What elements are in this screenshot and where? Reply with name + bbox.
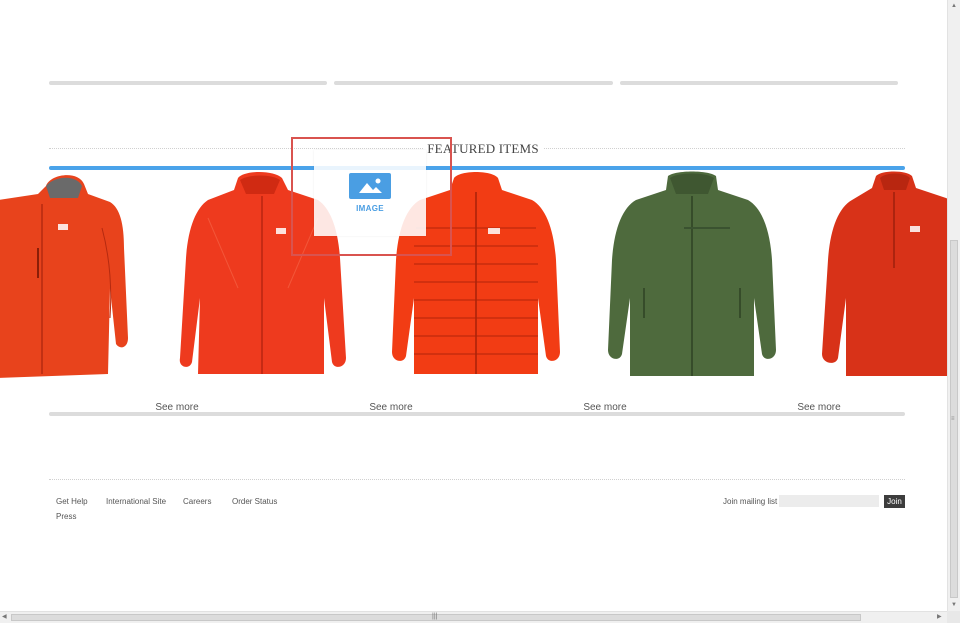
mailing-list-email-input[interactable] xyxy=(779,495,879,507)
carousel-top-bar-1 xyxy=(49,81,327,85)
vertical-scrollbar[interactable]: ▲ ≡ ▼ xyxy=(947,0,960,611)
jacket-image xyxy=(822,171,947,376)
selection-highlight-box xyxy=(291,137,452,256)
carousel-top-bar-2 xyxy=(334,81,613,85)
footer-link-international-site[interactable]: International Site xyxy=(106,497,166,506)
join-button[interactable]: Join xyxy=(884,495,905,508)
product-green-softshell-jacket[interactable] xyxy=(604,168,780,380)
scroll-right-arrow-icon[interactable]: ▶ xyxy=(937,614,942,620)
footer-link-press[interactable]: Press xyxy=(56,512,76,521)
page-viewport: FEATURED ITEMS See more See more See mor… xyxy=(0,0,947,611)
scrollbar-corner xyxy=(947,611,960,623)
footer-link-order-status[interactable]: Order Status xyxy=(232,497,277,506)
mailing-list-label: Join mailing list xyxy=(723,497,778,506)
jacket-image xyxy=(608,171,776,376)
footer-link-careers[interactable]: Careers xyxy=(183,497,211,506)
scroll-down-arrow-icon[interactable]: ▼ xyxy=(951,602,957,608)
horizontal-scrollbar[interactable]: ◀ ||| ▶ xyxy=(0,611,947,623)
vertical-grip-icon: ≡ xyxy=(951,416,955,422)
scroll-up-arrow-icon[interactable]: ▲ xyxy=(951,3,957,9)
footer-link-get-help[interactable]: Get Help xyxy=(56,497,88,506)
scroll-left-arrow-icon[interactable]: ◀ xyxy=(2,614,7,620)
jacket-image xyxy=(0,175,128,378)
product-orange-hooded-jacket[interactable] xyxy=(0,168,130,380)
horizontal-grip-icon: ||| xyxy=(432,613,438,620)
carousel-bottom-bar xyxy=(49,412,905,416)
featured-items-heading: FEATURED ITEMS xyxy=(0,141,947,157)
product-red-anorak-jacket[interactable] xyxy=(820,168,947,380)
section-divider-bottom xyxy=(49,479,905,480)
carousel-top-bar-3 xyxy=(620,81,898,85)
